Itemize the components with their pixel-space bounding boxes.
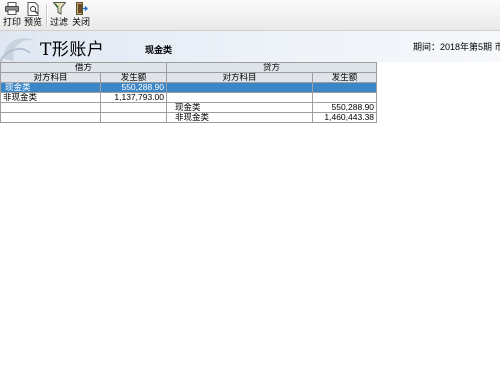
account-name: 现金类 [145, 45, 173, 55]
close-button[interactable]: 关闭 [71, 1, 91, 30]
table-cell[interactable]: 1,460,443.38 [312, 112, 378, 123]
print-button[interactable]: 打印 [2, 1, 22, 30]
table-cell[interactable]: 现金类 [166, 102, 314, 113]
table-cell[interactable]: 非现金类 [0, 92, 101, 103]
close-label: 关闭 [71, 17, 90, 27]
table-cell[interactable] [99, 102, 168, 113]
report-header: T形账户 现金类 期间：2018年第5期 币别 [0, 31, 500, 62]
preview-button[interactable]: 预览 [22, 1, 44, 30]
column-header: 发生额 [99, 72, 168, 83]
table-cell[interactable] [312, 92, 378, 103]
column-header: 对方科目 [0, 72, 101, 83]
column-header: 发生额 [312, 72, 378, 83]
table-row[interactable]: 现金类 550,288.90 [0, 82, 378, 93]
exit-icon [71, 1, 91, 16]
table-cell[interactable]: 1,137,793.00 [99, 92, 168, 103]
table-column-header: 对方科目 发生额 对方科目 发生额 [0, 72, 378, 83]
table-row[interactable]: 非现金类 1,137,793.00 [0, 92, 378, 103]
filter-label: 过滤 [49, 17, 68, 27]
banner-swirl-icon [0, 38, 36, 62]
table-cell[interactable]: 非现金类 [166, 112, 314, 123]
table-cell[interactable] [0, 102, 101, 113]
table-row[interactable]: 非现金类 1,460,443.38 [0, 112, 378, 123]
table-cell[interactable] [0, 112, 101, 123]
column-header: 对方科目 [166, 72, 314, 83]
preview-icon [22, 1, 44, 16]
table-cell[interactable] [99, 112, 168, 123]
preview-label: 预览 [23, 17, 42, 27]
t-account-table: 借方 贷方 对方科目 发生额 对方科目 发生额 现金类 550,288.90 非… [0, 62, 378, 123]
page-title: T形账户 [40, 40, 105, 60]
table-cell[interactable] [166, 82, 314, 93]
table-cell[interactable] [312, 82, 378, 93]
debit-header: 借方 [0, 62, 168, 73]
printer-icon [2, 1, 22, 16]
table-cell[interactable]: 现金类 [0, 82, 101, 93]
filter-button[interactable]: 过滤 [49, 1, 69, 30]
toolbar-separator [46, 4, 48, 27]
table-cell[interactable] [166, 92, 314, 103]
filter-icon [49, 1, 69, 16]
credit-header: 贷方 [166, 62, 378, 73]
table-cell[interactable]: 550,288.90 [312, 102, 378, 113]
table-cell[interactable]: 550,288.90 [99, 82, 168, 93]
table-group-header: 借方 贷方 [0, 62, 378, 73]
period-label: 期间：2018年第5期 币别 [413, 42, 500, 52]
print-label: 打印 [2, 17, 21, 27]
toolbar: 打印 预览 过滤 关闭 [0, 0, 500, 31]
table-row[interactable]: 现金类 550,288.90 [0, 102, 378, 113]
